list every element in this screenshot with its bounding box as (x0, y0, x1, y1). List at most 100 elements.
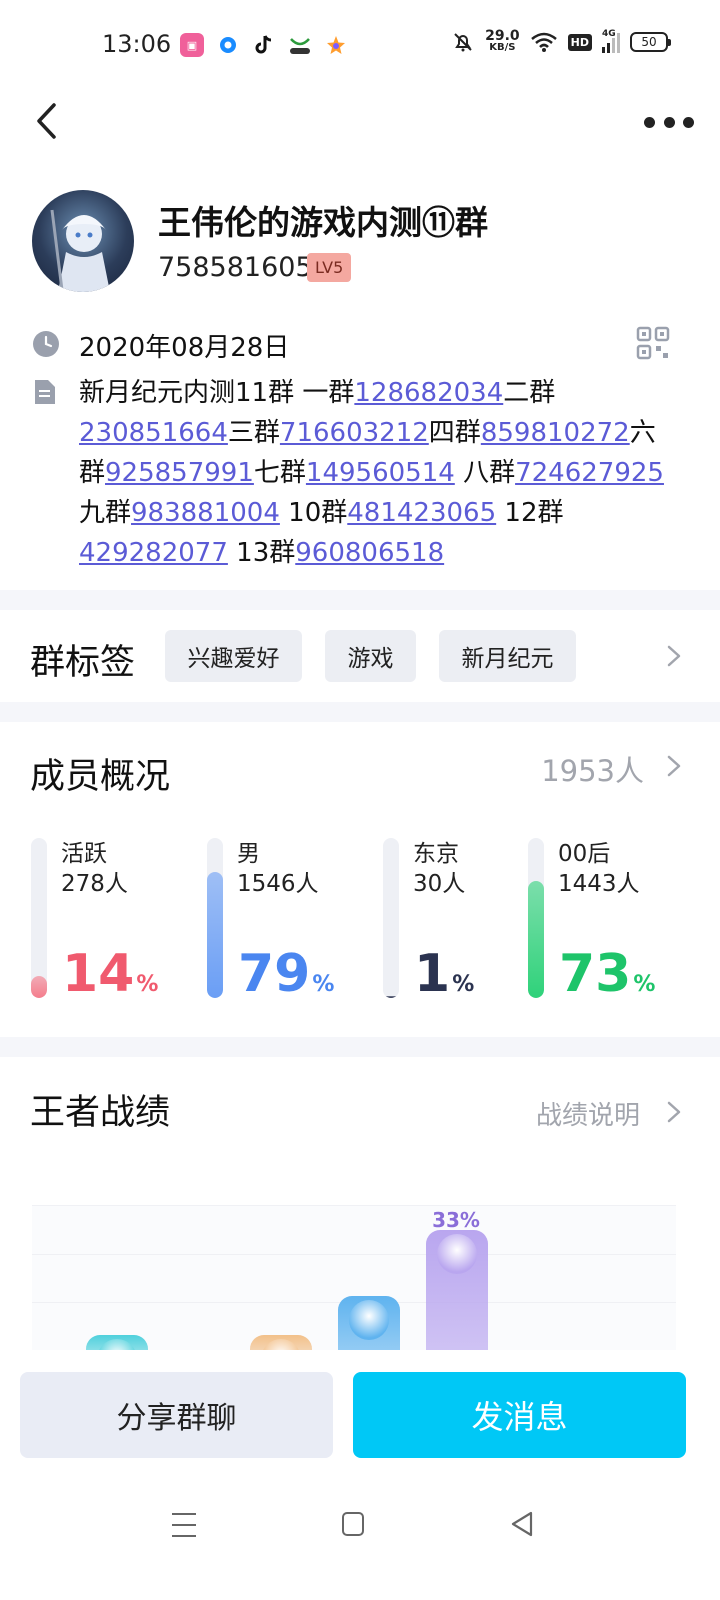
created-date: 2020年08月28日 (79, 333, 290, 363)
stat-count: 1443人 (558, 871, 640, 897)
kings-title: 王者战绩 (30, 1093, 171, 1133)
status-bar: 13:06 ▣ 29.0 KB/S HD 4G 50 (0, 0, 720, 90)
stat-active: 活跃 278人 14% (31, 838, 201, 1000)
stat-male: 男 1546人 79% (207, 838, 377, 1000)
stat-count: 1546人 (237, 871, 319, 897)
section-divider (0, 590, 720, 610)
group-avatar[interactable] (32, 190, 134, 292)
send-message-button[interactable]: 发消息 (353, 1372, 686, 1458)
intro-text-segment: 12群 (496, 498, 564, 528)
group-number-link[interactable]: 724627925 (515, 458, 664, 488)
group-number-link[interactable]: 128682034 (354, 378, 503, 408)
group-number-link[interactable]: 925857991 (105, 458, 254, 488)
stat-bar (207, 838, 223, 998)
stat-bar (31, 838, 47, 998)
intro-text-segment: 七群 (253, 458, 306, 488)
more-options-button[interactable] (644, 108, 694, 136)
chevron-right-icon[interactable] (666, 754, 682, 778)
tiktok-icon (252, 33, 276, 57)
section-divider (0, 1037, 720, 1057)
tag-chip[interactable]: 游戏 (325, 630, 416, 682)
group-number-link[interactable]: 859810272 (481, 418, 630, 448)
chevron-left-icon (37, 103, 56, 139)
stat-count: 278人 (61, 871, 128, 897)
chevron-right-icon[interactable] (666, 1100, 682, 1124)
stat-bar-fill (528, 881, 544, 998)
stat-bar-fill (31, 976, 47, 998)
rank-bar (426, 1230, 488, 1350)
mute-bell-icon (454, 33, 472, 52)
group-name: 王伟伦的游戏内测⑪群 (158, 203, 488, 242)
stat-label: 男 (237, 841, 260, 867)
group-number-link[interactable]: 481423065 (347, 498, 496, 528)
star-rank-emblem (349, 1300, 389, 1340)
tag-chip[interactable]: 兴趣爱好 (165, 630, 302, 682)
status-app-icons: ▣ (180, 33, 348, 57)
cell-signal-icon: 4G (602, 29, 620, 53)
stat-percent: 79% (238, 944, 335, 1004)
group-number-link[interactable]: 230851664 (79, 418, 228, 448)
intro-text-segment: 二群 (503, 378, 556, 408)
stat-percent: 14% (62, 944, 159, 1004)
intro-text-segment: 四群 (428, 418, 481, 448)
chart-grid-line (32, 1254, 676, 1255)
wifi-icon (530, 32, 557, 52)
star-app-icon (324, 33, 348, 57)
hd-badge: HD (567, 33, 592, 51)
intro-text-segment: 13群 (227, 538, 296, 568)
members-title: 成员概况 (30, 757, 171, 797)
intro-text-segment: 新月纪元内测11群 一群 (79, 378, 355, 408)
king-rank-emblem (437, 1234, 477, 1274)
group-number-link[interactable]: 960806518 (295, 538, 444, 568)
status-indicators: 29.0 KB/S HD 4G 50 (451, 28, 671, 54)
group-intro-text: 新月纪元内测11群 一群128682034二群 230851664三群716603… (79, 373, 679, 573)
stat-bar (383, 838, 399, 998)
group-number-link[interactable]: 429282077 (79, 538, 228, 568)
back-triangle-icon[interactable] (510, 1510, 534, 1538)
group-number-link[interactable]: 983881004 (131, 498, 280, 528)
group-number: 758581605 (158, 252, 313, 283)
group-tags-section[interactable]: 群标签 兴趣爱好 游戏 新月纪元 (0, 610, 720, 702)
home-icon[interactable] (342, 1512, 364, 1536)
stat-label: 东京 (413, 841, 459, 867)
game-icon (288, 33, 312, 57)
section-divider (0, 702, 720, 722)
system-nav-bar (0, 1480, 720, 1600)
stat-age: 00后 1443人 73% (528, 838, 698, 1000)
created-date-row: 2020年08月28日 (32, 326, 682, 363)
kings-explain-link[interactable]: 战绩说明 (536, 1095, 640, 1132)
clock-icon (33, 331, 59, 357)
tag-chip[interactable]: 新月纪元 (439, 630, 576, 682)
stat-bar-fill (383, 996, 399, 998)
document-icon (35, 380, 55, 404)
intro-text-segment: 10群 (279, 498, 348, 528)
stat-percent: 73% (559, 944, 656, 1004)
battery-indicator: 50 (630, 32, 671, 52)
stat-count: 30人 (413, 871, 466, 897)
action-bar: 分享群聊 发消息 (0, 1350, 720, 1480)
stat-bar-fill (207, 872, 223, 998)
browser-icon (216, 33, 240, 57)
rank-bar (338, 1296, 400, 1350)
stat-bar (528, 838, 544, 998)
back-button[interactable] (26, 98, 66, 144)
share-group-button[interactable]: 分享群聊 (20, 1372, 333, 1458)
more-dots-icon (644, 116, 655, 128)
menu-icon[interactable] (172, 1513, 196, 1537)
members-count[interactable]: 1953人 (541, 748, 644, 790)
group-level-badge: LV5 (307, 253, 352, 282)
intro-text-segment: 九群 (79, 498, 132, 528)
stat-label: 活跃 (61, 841, 107, 867)
stat-label: 00后 (558, 841, 611, 867)
network-speed: 29.0 KB/S (485, 28, 520, 53)
group-number-link[interactable]: 716603212 (280, 418, 429, 448)
group-number-link[interactable]: 149560514 (306, 458, 455, 488)
intro-text-segment: 三群 (227, 418, 280, 448)
status-time: 13:06 (102, 30, 172, 58)
qr-code-icon[interactable] (636, 326, 670, 360)
top-rank-percent: 33% (432, 1208, 480, 1232)
rank-bar (86, 1335, 148, 1379)
rank-bar (250, 1335, 312, 1379)
stat-percent: 1% (414, 944, 475, 1004)
bilibili-icon: ▣ (180, 33, 204, 57)
